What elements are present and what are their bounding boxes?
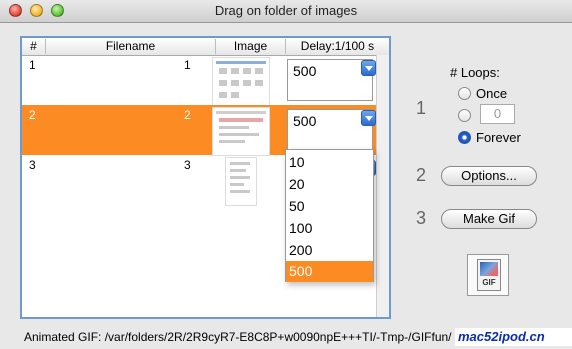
row-filename: 2	[184, 108, 191, 122]
delay-option[interactable]: 50	[286, 196, 373, 217]
column-header-index[interactable]: #	[22, 39, 46, 54]
radio-forever[interactable]	[458, 131, 471, 144]
step-number: 1	[416, 98, 427, 118]
options-button[interactable]: Options...	[441, 166, 537, 186]
delay-value[interactable]: 500	[293, 63, 316, 79]
image-thumbnail	[212, 107, 270, 156]
status-text: Animated GIF: /var/folders/2R/2R9cyR7-E8…	[24, 330, 452, 344]
row-index: 1	[29, 58, 36, 72]
delay-option[interactable]: 100	[286, 218, 373, 239]
radio-count[interactable]	[458, 109, 471, 122]
table-header: # Filename Image Delay:1/100 s	[22, 38, 389, 56]
step-number: 2	[416, 165, 427, 185]
delay-option-selected[interactable]: 500	[286, 261, 373, 282]
delay-dropdown-menu[interactable]: 10 20 50 100 200 500	[285, 149, 374, 282]
table-row[interactable]: 1 1 500	[22, 55, 376, 106]
column-header-filename[interactable]: Filename	[46, 39, 216, 54]
gif-file-icon: GIF	[467, 254, 509, 296]
delay-option[interactable]: 200	[286, 240, 373, 261]
radio-once[interactable]	[458, 87, 471, 100]
column-header-image[interactable]: Image	[216, 39, 286, 54]
once-label: Once	[476, 86, 508, 101]
step-number: 3	[416, 208, 427, 228]
watermark: mac52ipod.cn	[455, 328, 572, 346]
column-header-delay[interactable]: Delay:1/100 s	[286, 39, 389, 54]
window-title: Drag on folder of images	[214, 3, 358, 18]
title-bar: Drag on folder of images	[0, 0, 572, 23]
image-thumbnail	[212, 57, 270, 106]
row-filename: 3	[184, 158, 191, 172]
make-gif-button[interactable]: Make Gif	[441, 209, 537, 229]
delay-value[interactable]: 500	[293, 113, 316, 129]
image-thumbnail	[225, 157, 257, 206]
forever-label: Forever	[476, 130, 521, 145]
delay-option[interactable]: 20	[286, 174, 373, 195]
delay-dropdown-arrow-icon[interactable]	[361, 60, 376, 76]
loop-count-input[interactable]: 0	[480, 104, 515, 124]
table-scrollbar[interactable]	[376, 55, 389, 317]
row-index: 3	[29, 158, 36, 172]
row-index: 2	[29, 108, 36, 122]
loops-label: # Loops:	[450, 65, 500, 80]
gif-icon-label: GIF	[482, 278, 496, 287]
table-row-selected[interactable]: 2 2 500	[22, 105, 376, 156]
delay-dropdown-arrow-icon[interactable]	[361, 110, 376, 126]
delay-option[interactable]: 10	[286, 152, 373, 173]
row-filename: 1	[184, 58, 191, 72]
